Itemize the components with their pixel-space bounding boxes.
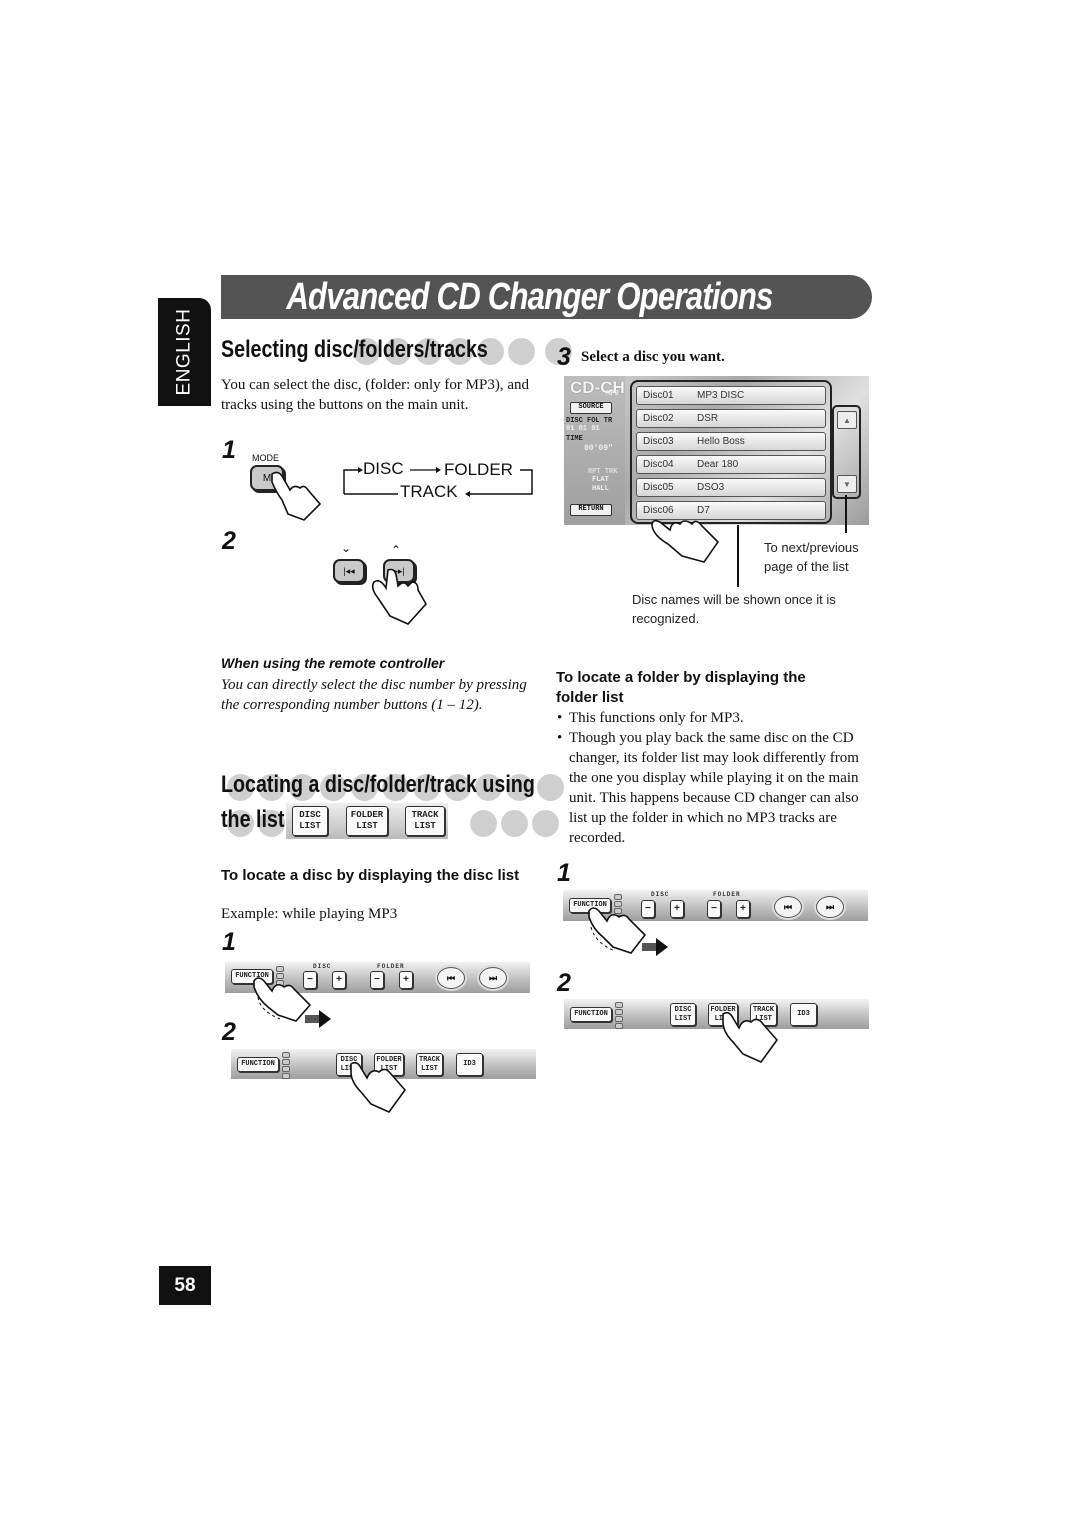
- return-button[interactable]: RETURN: [570, 504, 612, 516]
- track-list-icon: TRACK LIST: [405, 806, 445, 836]
- step-number: 2: [222, 1018, 236, 1046]
- hand-pointer-icon: [651, 519, 720, 563]
- page-title: Advanced CD Changer Operations: [286, 276, 773, 318]
- skip-back-icon: ⏮: [783, 901, 793, 912]
- section-heading-list: the list: [221, 806, 285, 833]
- next-button[interactable]: ⏭: [816, 896, 844, 918]
- folder-plus-button[interactable]: +: [399, 971, 413, 989]
- function-button[interactable]: FUNCTION: [237, 1057, 279, 1072]
- led-indicators: [282, 1052, 290, 1079]
- disc-list: Disc01 MP3 DISC Disc02 DSR Disc03 Hello Bos…: [630, 380, 832, 524]
- step-number: 1: [557, 859, 571, 887]
- disc-plus-button[interactable]: +: [670, 900, 684, 918]
- step-number: 1: [222, 928, 236, 956]
- example-text: Example: while playing MP3: [221, 906, 398, 922]
- up-caret-icon: ⌃: [391, 543, 402, 557]
- folder-minus-button[interactable]: −: [370, 971, 384, 989]
- step-number: 2: [557, 969, 571, 997]
- section-heading-selecting: Selecting disc/folders/tracks: [221, 336, 488, 363]
- disc-list-icon: DISC LIST: [292, 806, 328, 836]
- scroll-controls: ▲ ▼: [832, 405, 861, 499]
- callout-scroll: To next/previous page of the list: [764, 540, 859, 574]
- hand-pointer-icon: [371, 568, 427, 625]
- folder-plus-button[interactable]: +: [736, 900, 750, 918]
- hand-pointer-icon: [350, 1061, 407, 1113]
- language-text: ENGLISH: [173, 308, 195, 396]
- remote-text: You can directly select the disc number …: [221, 677, 527, 713]
- led-indicators: [615, 1002, 623, 1029]
- previous-track-button[interactable]: |◂◂: [333, 559, 365, 583]
- eq-indicator: FLAT: [592, 476, 609, 484]
- status-panel: CD-CH MP3 SOURCE DISC FOL TR 01 01 01 TI…: [564, 376, 625, 525]
- step-number: 3: [557, 343, 571, 371]
- folder-list-heading: To locate a folder by displaying the fol…: [556, 669, 806, 706]
- arrow-right-icon: [642, 938, 668, 956]
- folder-notes: This functions only for MP3. Though you …: [557, 708, 862, 848]
- id3-button[interactable]: ID3: [790, 1003, 817, 1026]
- hand-pointer-icon: [271, 471, 322, 521]
- disc-list-button[interactable]: DISC LIST: [670, 1003, 696, 1026]
- time-label: TIME: [566, 435, 583, 443]
- disc-list-item[interactable]: Disc04 Dear 180: [636, 455, 826, 474]
- repeat-indicator: RPT TRK: [588, 468, 618, 476]
- skip-back-icon: ⏮: [446, 972, 456, 983]
- next-button[interactable]: ⏭: [479, 967, 507, 989]
- step-number: 2: [222, 527, 236, 555]
- mp3-badge: MP3: [606, 390, 619, 398]
- dsp-indicator: HALL: [592, 485, 609, 493]
- track-list-button[interactable]: TRACK LIST: [416, 1053, 443, 1076]
- disc-list-item[interactable]: Disc05 DSO3: [636, 478, 826, 497]
- note-item: This functions only for MP3.: [557, 708, 862, 728]
- folder-label: FOLDER: [713, 891, 741, 898]
- section-heading-locating: Locating a disc/folder/track using: [221, 771, 535, 798]
- page-number: 58: [174, 1274, 196, 1296]
- status-values: 01 01 01: [566, 425, 600, 433]
- folder-label: FOLDER: [377, 963, 405, 970]
- disc-label: DISC: [313, 963, 332, 970]
- id3-button[interactable]: ID3: [456, 1053, 483, 1076]
- status-labels: DISC FOL TR: [566, 417, 613, 425]
- cycle-arrows: [343, 467, 533, 497]
- skip-forward-icon: ⏭: [488, 972, 498, 983]
- step-number: 1: [222, 436, 236, 464]
- disc-list-item[interactable]: Disc02 DSR: [636, 409, 826, 428]
- scroll-down-button[interactable]: ▼: [837, 475, 857, 493]
- source-button[interactable]: SOURCE: [570, 402, 612, 414]
- callout-line: [845, 495, 847, 533]
- arrow-right-icon: [305, 1010, 331, 1028]
- folder-minus-button[interactable]: −: [707, 900, 721, 918]
- language-label: ENGLISH: [158, 298, 211, 406]
- remote-heading: When using the remote controller: [221, 655, 445, 671]
- step3-label: Select a disc you want.: [581, 349, 725, 365]
- mode-label: MODE: [252, 453, 279, 463]
- section-intro: You can select the disc, (folder: only f…: [221, 377, 529, 413]
- previous-button[interactable]: ⏮: [437, 967, 465, 989]
- previous-button[interactable]: ⏮: [774, 896, 802, 918]
- disc-label: DISC: [651, 891, 670, 898]
- callout-disc-names: Disc names will be shown once it is reco…: [632, 592, 836, 626]
- triangle-down-icon: ▼: [843, 479, 851, 489]
- disc-list-item[interactable]: Disc01 MP3 DISC: [636, 386, 826, 405]
- disc-list-heading: To locate a disc by displaying the disc …: [221, 867, 520, 884]
- disc-plus-button[interactable]: +: [332, 971, 346, 989]
- note-item: Though you play back the same disc on th…: [557, 728, 862, 848]
- triangle-up-icon: ▲: [843, 415, 851, 425]
- time-value: 00'09": [584, 444, 613, 453]
- function-button[interactable]: FUNCTION: [570, 1007, 612, 1022]
- skip-forward-icon: ⏭: [825, 901, 835, 912]
- hand-pointer-icon: [722, 1011, 779, 1063]
- scroll-up-button[interactable]: ▲: [837, 411, 857, 429]
- skip-back-icon: |◂◂: [343, 565, 355, 576]
- folder-list-icon: FOLDER LIST: [346, 806, 388, 836]
- disc-list-item[interactable]: Disc03 Hello Boss: [636, 432, 826, 451]
- callout-line: [737, 525, 739, 587]
- down-caret-icon: ⌄: [341, 541, 352, 555]
